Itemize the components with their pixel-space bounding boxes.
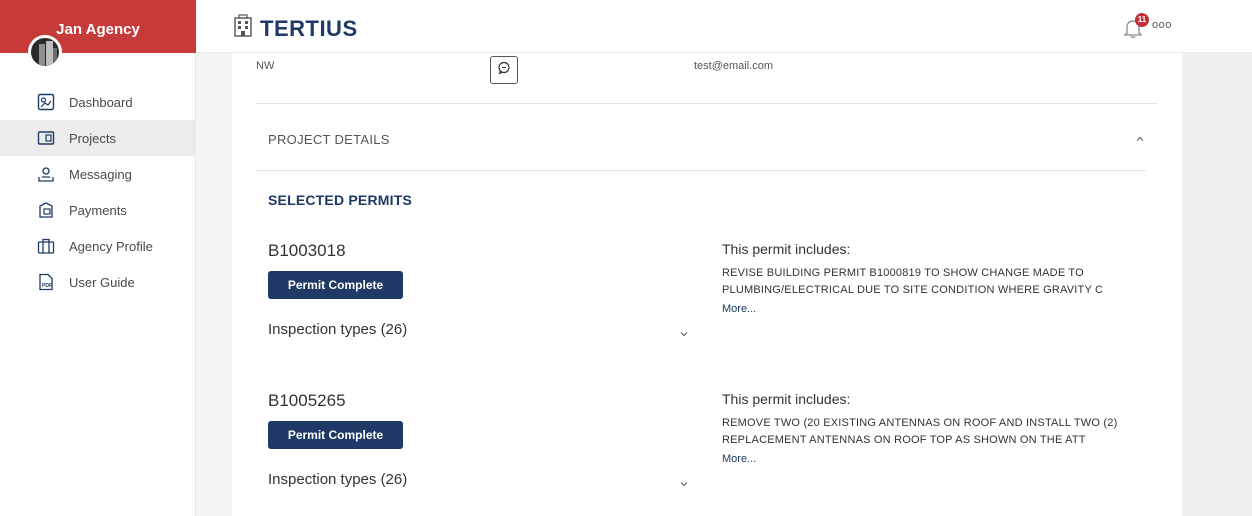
project-details-title: PROJECT DETAILS	[268, 132, 390, 147]
building-logo-icon	[232, 14, 254, 43]
messaging-icon	[37, 165, 55, 183]
briefcase-icon	[37, 237, 55, 255]
permit-status-button[interactable]: Permit Complete	[268, 271, 403, 299]
chevron-up-icon[interactable]	[1134, 132, 1146, 144]
sidebar-item-payments[interactable]: Payments	[0, 192, 196, 228]
inspection-types-toggle[interactable]: Inspection types (26)	[268, 321, 407, 338]
sidebar-item-projects[interactable]: Projects	[0, 120, 196, 156]
payments-icon	[37, 201, 55, 219]
more-link[interactable]: More...	[722, 453, 756, 465]
more-menu-button[interactable]: ooo	[1152, 19, 1172, 31]
chat-button[interactable]	[490, 56, 518, 84]
permit-status-button[interactable]: Permit Complete	[268, 421, 403, 449]
divider	[256, 170, 1146, 171]
address-fragment: NW	[256, 60, 275, 72]
permit-includes-title: This permit includes:	[722, 391, 851, 407]
dashboard-icon	[37, 93, 55, 111]
contact-email: test@email.com	[694, 60, 774, 72]
right-gutter	[1182, 53, 1252, 516]
notification-badge: 11	[1135, 13, 1149, 27]
chat-bubble-icon	[497, 61, 511, 80]
more-link[interactable]: More...	[722, 303, 756, 315]
sidebar-item-label: User Guide	[69, 274, 135, 290]
divider	[256, 103, 1158, 104]
sidebar-item-user-guide[interactable]: PDF User Guide	[0, 264, 196, 300]
permit-description: REVISE BUILDING PERMIT B1000819 TO SHOW …	[722, 267, 1104, 296]
permit-item: B1003018 Permit Complete Inspection type…	[268, 241, 1148, 361]
pdf-icon: PDF	[37, 273, 55, 291]
sidebar-item-dashboard[interactable]: Dashboard	[0, 84, 196, 120]
sidebar-item-messaging[interactable]: Messaging	[0, 156, 196, 192]
project-card: NW test@email.com PROJECT DETAILS SELECT…	[232, 53, 1182, 516]
sidebar-item-label: Projects	[69, 130, 116, 146]
sidebar-item-label: Payments	[69, 202, 127, 218]
avatar[interactable]	[28, 35, 62, 69]
inspection-types-toggle[interactable]: Inspection types (26)	[268, 471, 407, 488]
permit-id: B1005265	[268, 391, 346, 410]
permit-id: B1003018	[268, 241, 346, 260]
sidebar-item-label: Agency Profile	[69, 238, 153, 254]
logo-text: TERTIUS	[260, 15, 358, 41]
sidebar-item-label: Dashboard	[69, 94, 133, 110]
sidebar-item-agency-profile[interactable]: Agency Profile	[0, 228, 196, 264]
logo[interactable]: TERTIUS	[232, 14, 358, 43]
chevron-down-icon[interactable]	[678, 477, 690, 489]
chevron-down-icon[interactable]	[678, 327, 690, 339]
agency-name: Jan Agency	[56, 21, 140, 38]
permit-includes-title: This permit includes:	[722, 241, 851, 257]
sidebar-nav: Dashboard Projects Messaging Payments Ag…	[0, 84, 196, 300]
top-bar: TERTIUS 11 ooo	[196, 0, 1252, 53]
sidebar-item-label: Messaging	[69, 166, 132, 182]
project-details-toggle[interactable]: PROJECT DETAILS	[256, 124, 1146, 154]
projects-icon	[37, 129, 55, 147]
svg-text:PDF: PDF	[42, 283, 52, 289]
permit-description: REMOVE TWO (20 EXISTING ANTENNAS ON ROOF…	[722, 417, 1118, 446]
sidebar: Jan Agency Dashboard Projects Messaging	[0, 0, 196, 516]
selected-permits-title: SELECTED PERMITS	[268, 192, 412, 208]
permit-item: B1005265 Permit Complete Inspection type…	[268, 391, 1148, 511]
